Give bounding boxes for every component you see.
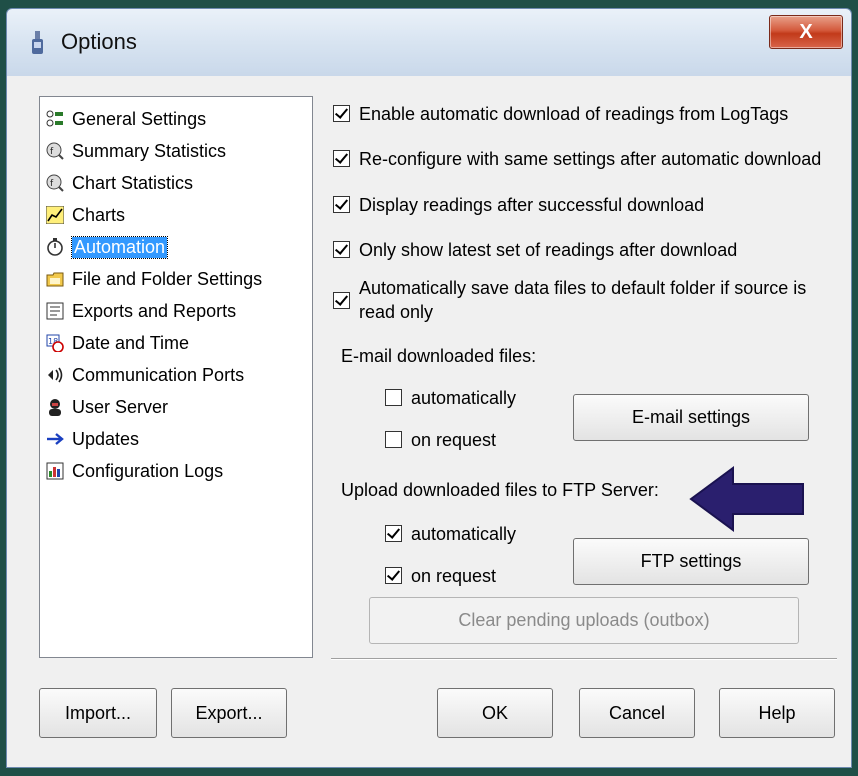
app-icon (32, 31, 43, 54)
tree-item-label: File and Folder Settings (72, 268, 263, 289)
tree-item-label: Configuration Logs (72, 460, 224, 481)
tree-item-label: General Settings (72, 108, 207, 129)
tree-item-exports-reports[interactable]: Exports and Reports (46, 299, 236, 323)
tree-item-general-settings[interactable]: General Settings (46, 107, 206, 131)
tree-item-label: Communication Ports (72, 364, 245, 385)
window-title: Options (61, 29, 137, 54)
display-readings-option[interactable]: Display readings after successful downlo… (333, 193, 704, 217)
port-icon (46, 366, 64, 384)
ok-button[interactable]: OK (437, 688, 553, 738)
export-button[interactable]: Export... (171, 688, 287, 738)
calendar-clock-icon: 18 (46, 334, 64, 352)
options-category-tree[interactable]: General Settings f Summary Statistics f … (39, 96, 313, 658)
email-request-checkbox[interactable] (385, 431, 402, 448)
arrow-right-icon (46, 430, 64, 448)
tree-item-label: Summary Statistics (72, 140, 227, 161)
tree-item-chart-statistics[interactable]: f Chart Statistics (46, 171, 193, 195)
reconfigure-label: Re-configure with same settings after au… (359, 149, 822, 169)
tree-item-summary-statistics[interactable]: f Summary Statistics (46, 139, 226, 163)
help-button[interactable]: Help (719, 688, 835, 738)
enable-auto-download-label: Enable automatic download of readings fr… (359, 104, 789, 124)
email-auto-checkbox[interactable] (385, 389, 402, 406)
folder-icon (46, 270, 64, 288)
email-section-heading: E-mail downloaded files: (341, 346, 537, 366)
only-latest-label: Only show latest set of readings after d… (359, 240, 738, 260)
reconfigure-option[interactable]: Re-configure with same settings after au… (333, 147, 821, 171)
log-icon (46, 462, 64, 480)
cancel-button[interactable]: Cancel (579, 688, 695, 738)
stopwatch-icon (46, 238, 64, 256)
email-request-label: on request (411, 430, 497, 450)
tree-item-label: Charts (72, 204, 126, 225)
ftp-auto-label: automatically (411, 524, 517, 544)
tree-item-updates[interactable]: Updates (46, 427, 139, 451)
reconfigure-checkbox[interactable] (333, 150, 350, 167)
line-chart-icon (46, 206, 64, 224)
dialog-client-area: General Settings f Summary Statistics f … (6, 76, 852, 768)
email-auto-label: automatically (411, 388, 517, 408)
auto-save-checkbox[interactable] (333, 292, 350, 309)
email-request-option[interactable]: on request (385, 428, 496, 452)
tree-item-charts[interactable]: Charts (46, 203, 125, 227)
tree-item-label: User Server (72, 396, 169, 417)
options-window: Options X General Settings f Summary Sta… (0, 0, 858, 776)
tree-item-date-time[interactable]: 18 Date and Time (46, 331, 189, 355)
enable-auto-download-option[interactable]: Enable automatic download of readings fr… (333, 102, 788, 126)
tree-item-automation[interactable]: Automation (46, 235, 169, 259)
import-button[interactable]: Import... (39, 688, 157, 738)
user-icon (46, 398, 64, 416)
clear-pending-uploads-button[interactable]: Clear pending uploads (outbox) (369, 597, 799, 644)
display-readings-checkbox[interactable] (333, 196, 350, 213)
tree-item-label: Updates (72, 428, 140, 449)
tree-item-file-folder-settings[interactable]: File and Folder Settings (46, 267, 262, 291)
ftp-request-checkbox[interactable] (385, 567, 402, 584)
ftp-request-option[interactable]: on request (385, 564, 496, 588)
email-settings-button[interactable]: E-mail settings (573, 394, 809, 441)
tree-item-label: Date and Time (72, 332, 190, 353)
email-auto-option[interactable]: automatically (385, 386, 516, 410)
settings-list-icon (46, 110, 64, 128)
enable-auto-download-checkbox[interactable] (333, 105, 350, 122)
title-bar[interactable]: Options X (6, 8, 852, 76)
tree-item-user-server[interactable]: User Server (46, 395, 168, 419)
only-latest-option[interactable]: Only show latest set of readings after d… (333, 238, 737, 262)
tree-item-communication-ports[interactable]: Communication Ports (46, 363, 244, 387)
close-button[interactable]: X (769, 15, 843, 49)
statistics-magnifier-icon: f (46, 174, 64, 192)
display-readings-label: Display readings after successful downlo… (359, 195, 705, 215)
only-latest-checkbox[interactable] (333, 241, 350, 258)
tree-item-label: Chart Statistics (72, 172, 194, 193)
statistics-magnifier-icon: f (46, 142, 64, 160)
ftp-section-heading: Upload downloaded files to FTP Server: (341, 480, 659, 500)
button-separator (331, 658, 837, 660)
ftp-request-label: on request (411, 566, 497, 586)
tree-item-label: Exports and Reports (72, 300, 237, 321)
auto-save-label: Automatically save data files to default… (359, 278, 807, 322)
ftp-settings-button[interactable]: FTP settings (573, 538, 809, 585)
auto-save-option[interactable]: Automatically save data files to default… (333, 276, 833, 324)
annotation-arrow-icon (689, 466, 804, 532)
ftp-auto-checkbox[interactable] (385, 525, 402, 542)
ftp-auto-option[interactable]: automatically (385, 522, 516, 546)
tree-item-configuration-logs[interactable]: Configuration Logs (46, 459, 223, 483)
tree-item-label: Automation (70, 235, 169, 259)
report-icon (46, 302, 64, 320)
